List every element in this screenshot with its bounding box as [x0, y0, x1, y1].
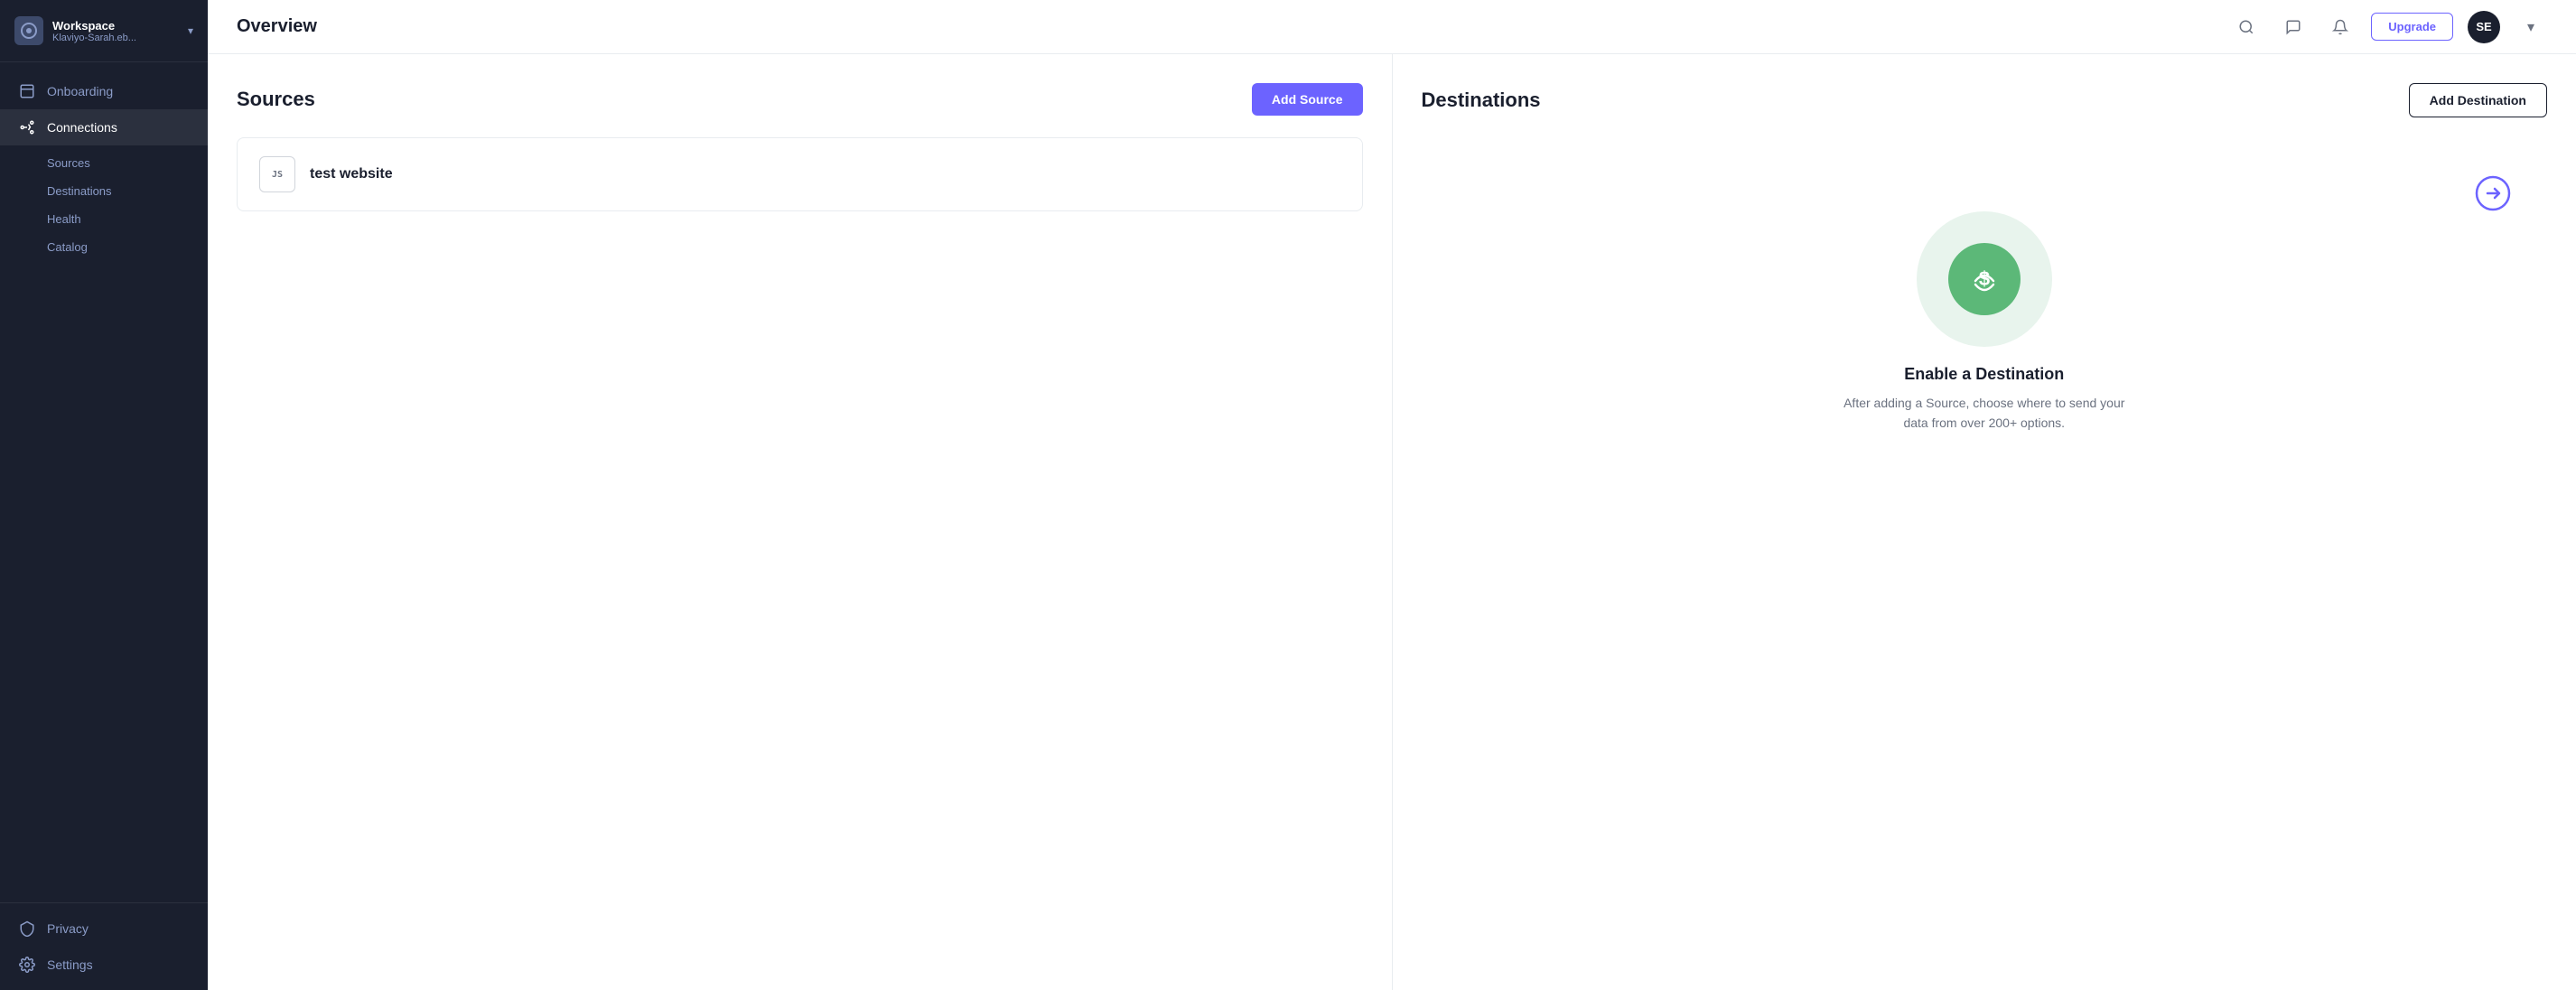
source-name: test website	[310, 166, 393, 182]
avatar-chevron-icon[interactable]: ▾	[2515, 11, 2547, 43]
add-destination-button[interactable]: Add Destination	[2409, 83, 2547, 117]
sidebar-item-onboarding[interactable]: Onboarding	[0, 73, 208, 109]
workspace-text: Workspace Klaviyo-Sarah.eb...	[52, 19, 179, 43]
workspace-chevron-icon: ▾	[188, 24, 193, 37]
sidebar-nav: Onboarding Connections Sources Destinati…	[0, 62, 208, 902]
js-icon: JS	[272, 170, 283, 180]
topbar-icons: Upgrade SE ▾	[2230, 11, 2547, 43]
sources-panel: Sources Add Source JS test website	[208, 54, 1393, 990]
avatar[interactable]: SE	[2468, 11, 2500, 43]
settings-gear-icon	[18, 956, 36, 974]
sidebar-sub-label-destinations: Destinations	[47, 184, 112, 198]
destination-circle-illustration: $	[1917, 211, 2052, 347]
segment-logo-icon: $	[1962, 257, 2007, 302]
workspace-icon	[14, 16, 43, 45]
chat-icon	[2285, 19, 2301, 35]
connections-icon	[18, 118, 36, 136]
privacy-shield-icon	[18, 920, 36, 938]
sidebar-item-catalog[interactable]: Catalog	[0, 233, 208, 261]
workspace-header[interactable]: Workspace Klaviyo-Sarah.eb... ▾	[0, 0, 208, 62]
sources-panel-header: Sources Add Source	[237, 83, 1363, 116]
upgrade-button[interactable]: Upgrade	[2371, 13, 2453, 41]
page-title: Overview	[237, 16, 2216, 37]
dest-enable-title: Enable a Destination	[1840, 365, 2129, 384]
add-source-button[interactable]: Add Source	[1252, 83, 1363, 116]
sidebar-sub-label-catalog: Catalog	[47, 240, 88, 254]
sidebar-item-label-onboarding: Onboarding	[47, 84, 113, 98]
workspace-subtitle: Klaviyo-Sarah.eb...	[52, 33, 179, 43]
topbar: Overview Upgrade SE ▾	[208, 0, 2576, 54]
sidebar: Workspace Klaviyo-Sarah.eb... ▾ Onboardi…	[0, 0, 208, 990]
sidebar-item-label-settings: Settings	[47, 957, 93, 972]
sidebar-item-connections[interactable]: Connections	[0, 109, 208, 145]
source-card-test-website[interactable]: JS test website	[237, 137, 1363, 211]
sidebar-item-sources[interactable]: Sources	[0, 149, 208, 177]
sidebar-item-settings[interactable]: Settings	[0, 947, 208, 983]
destinations-panel-header: Destinations Add Destination	[1422, 83, 2548, 117]
workspace-name: Workspace	[52, 19, 179, 33]
sidebar-sub-nav: Sources Destinations Health Catalog	[0, 145, 208, 268]
notifications-button[interactable]	[2324, 11, 2357, 43]
chat-button[interactable]	[2277, 11, 2310, 43]
destinations-title: Destinations	[1422, 89, 1541, 112]
bell-icon	[2332, 19, 2348, 35]
destinations-empty-state: $ Enable a Destination After adding a So…	[1422, 139, 2548, 961]
search-icon	[2238, 19, 2254, 35]
sidebar-item-health[interactable]: Health	[0, 205, 208, 233]
onboarding-icon	[18, 82, 36, 100]
sidebar-item-label-privacy: Privacy	[47, 921, 89, 936]
svg-text:$: $	[1979, 267, 1990, 290]
sidebar-sub-label-sources: Sources	[47, 156, 90, 170]
destination-circle-inner: $	[1948, 243, 2021, 315]
dest-enable-desc: After adding a Source, choose where to s…	[1840, 393, 2129, 434]
sources-title: Sources	[237, 88, 315, 111]
destination-arrow-icon	[2475, 175, 2511, 211]
sidebar-bottom: Privacy Settings	[0, 902, 208, 990]
sidebar-sub-label-health: Health	[47, 212, 81, 226]
sidebar-item-destinations[interactable]: Destinations	[0, 177, 208, 205]
content-area: Sources Add Source JS test website Desti…	[208, 54, 2576, 990]
source-icon-box: JS	[259, 156, 295, 192]
sidebar-item-privacy[interactable]: Privacy	[0, 911, 208, 947]
sidebar-item-label-connections: Connections	[47, 120, 117, 135]
main-area: Overview Upgrade SE ▾	[208, 0, 2576, 990]
search-button[interactable]	[2230, 11, 2263, 43]
destinations-empty-text: Enable a Destination After adding a Sour…	[1840, 365, 2129, 434]
destinations-panel: Destinations Add Destination	[1393, 54, 2576, 990]
